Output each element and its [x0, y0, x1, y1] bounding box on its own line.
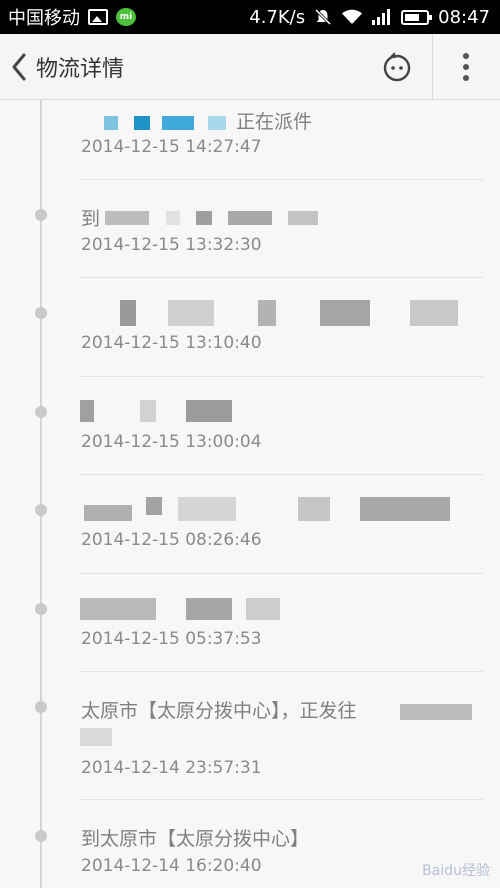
entry-time: 2014-12-15 08:26:46 — [81, 530, 262, 550]
redacted-block — [208, 116, 226, 130]
timeline-item: 太原市【太原分拨中心】，正发往 2014-12-14 23:57:31 — [0, 672, 500, 800]
redacted-block — [410, 300, 458, 326]
redacted-block — [168, 300, 214, 326]
entry-time: 2014-12-15 13:10:40 — [81, 333, 262, 353]
timeline-dot — [35, 307, 47, 319]
face-icon[interactable] — [382, 52, 412, 82]
redacted-block — [228, 211, 272, 225]
entry-text: 正在派件 — [236, 111, 313, 133]
redacted-block — [140, 400, 156, 422]
redacted-block — [166, 211, 180, 225]
entry-time: 2014-12-15 13:32:30 — [81, 235, 262, 255]
chevron-left-icon — [12, 53, 26, 80]
redacted-block — [80, 400, 94, 422]
entry-time: 2014-12-14 16:20:40 — [81, 856, 262, 876]
logistics-timeline: 正在派件 2014-12-15 14:27:47 到 2014-12-15 13… — [0, 100, 500, 888]
timeline-item: 到 2014-12-15 13:32:30 — [0, 180, 500, 278]
redacted-block — [360, 497, 450, 521]
status-bar: 中国移动 mi 4.7K/s 08:47 — [0, 0, 500, 34]
network-speed: 4.7K/s — [249, 6, 306, 28]
carrier-label: 中国移动 — [8, 8, 80, 29]
timeline-dot — [35, 504, 47, 516]
clock: 08:47 — [438, 6, 490, 28]
redacted-block — [162, 116, 194, 130]
timeline-dot — [35, 603, 47, 615]
entry-text: 太原市【太原分拨中心】，正发往 — [81, 700, 357, 722]
timeline-dot — [35, 701, 47, 713]
redacted-block — [186, 400, 232, 422]
redacted-block — [146, 497, 162, 515]
timeline-item: 2014-12-15 05:37:53 — [0, 574, 500, 672]
entry-time: 2014-12-15 14:27:47 — [81, 137, 262, 157]
redacted-block — [298, 497, 330, 521]
redacted-block — [178, 497, 236, 521]
redacted-block — [104, 116, 118, 130]
redacted-block — [134, 116, 150, 130]
entry-time: 2014-12-15 13:00:04 — [81, 432, 262, 452]
redacted-block — [196, 211, 212, 225]
wifi-icon — [342, 9, 363, 24]
timeline-item: 正在派件 2014-12-15 14:27:47 — [0, 100, 500, 180]
mute-bell-icon — [315, 8, 332, 26]
redacted-block — [288, 211, 318, 225]
redacted-block — [400, 704, 472, 720]
entry-text: 到太原市【太原分拨中心】 — [81, 828, 310, 850]
battery-icon — [401, 9, 433, 25]
redacted-block — [320, 300, 370, 326]
app-header: 物流详情 — [0, 34, 500, 100]
timeline-dot — [35, 209, 47, 221]
redacted-block — [105, 211, 149, 225]
signal-icon — [372, 9, 391, 25]
redacted-block — [80, 728, 112, 746]
entry-time: 2014-12-15 05:37:53 — [81, 629, 262, 649]
redacted-block — [246, 598, 280, 620]
timeline-item: 2014-12-15 08:26:46 — [0, 475, 500, 574]
page-title: 物流详情 — [36, 56, 125, 82]
redacted-block — [80, 598, 156, 620]
redacted-block — [258, 300, 276, 326]
redacted-block — [186, 598, 232, 620]
mi-chat-icon: mi — [116, 8, 136, 26]
entry-text: 到 — [81, 208, 101, 230]
redacted-block — [120, 300, 136, 326]
timeline-item: 2014-12-15 13:00:04 — [0, 377, 500, 475]
header-divider — [432, 34, 433, 100]
timeline-item: 2014-12-15 13:10:40 — [0, 278, 500, 377]
redacted-block — [84, 505, 132, 521]
more-options-button[interactable] — [452, 34, 480, 100]
timeline-dot — [35, 406, 47, 418]
entry-time: 2014-12-14 23:57:31 — [81, 758, 262, 778]
image-notification-icon — [88, 9, 108, 25]
timeline-dot — [35, 830, 47, 842]
watermark: Baidu经验 — [422, 863, 490, 879]
back-button[interactable] — [4, 34, 34, 100]
